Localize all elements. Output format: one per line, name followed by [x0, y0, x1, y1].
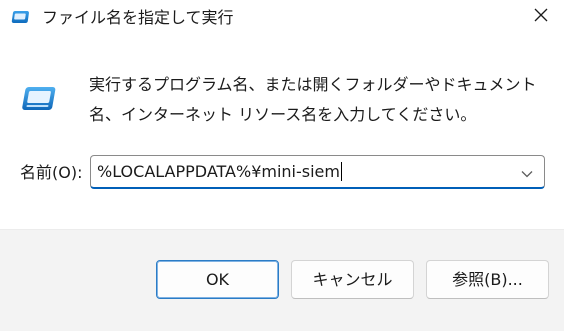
- cancel-button[interactable]: キャンセル: [291, 260, 414, 299]
- button-bar: OK キャンセル 参照(B)...: [0, 229, 564, 331]
- browse-button[interactable]: 参照(B)...: [426, 260, 549, 299]
- close-button[interactable]: [518, 0, 564, 34]
- run-app-icon: [11, 9, 31, 25]
- text-caret: [340, 161, 342, 181]
- window-title: ファイル名を指定して実行: [42, 8, 234, 27]
- dropdown-button[interactable]: [516, 160, 538, 184]
- open-input-value: %LOCALAPPDATA%¥mini-siem: [97, 162, 340, 181]
- ok-button[interactable]: OK: [156, 260, 279, 299]
- open-combobox[interactable]: %LOCALAPPDATA%¥mini-siem: [90, 155, 545, 189]
- run-dialog: ファイル名を指定して実行 実行するプログラム名、または開くフォルダーやドキュメン…: [0, 0, 564, 331]
- close-icon: [533, 7, 549, 27]
- open-field-label: 名前(O):: [20, 163, 83, 182]
- run-app-icon: [20, 86, 56, 112]
- chevron-down-icon: [521, 163, 533, 182]
- open-input[interactable]: %LOCALAPPDATA%¥mini-siem: [97, 156, 342, 187]
- title-bar[interactable]: ファイル名を指定して実行: [0, 0, 564, 38]
- instruction-text: 実行するプログラム名、または開くフォルダーやドキュメント名、インターネット リソ…: [89, 75, 537, 124]
